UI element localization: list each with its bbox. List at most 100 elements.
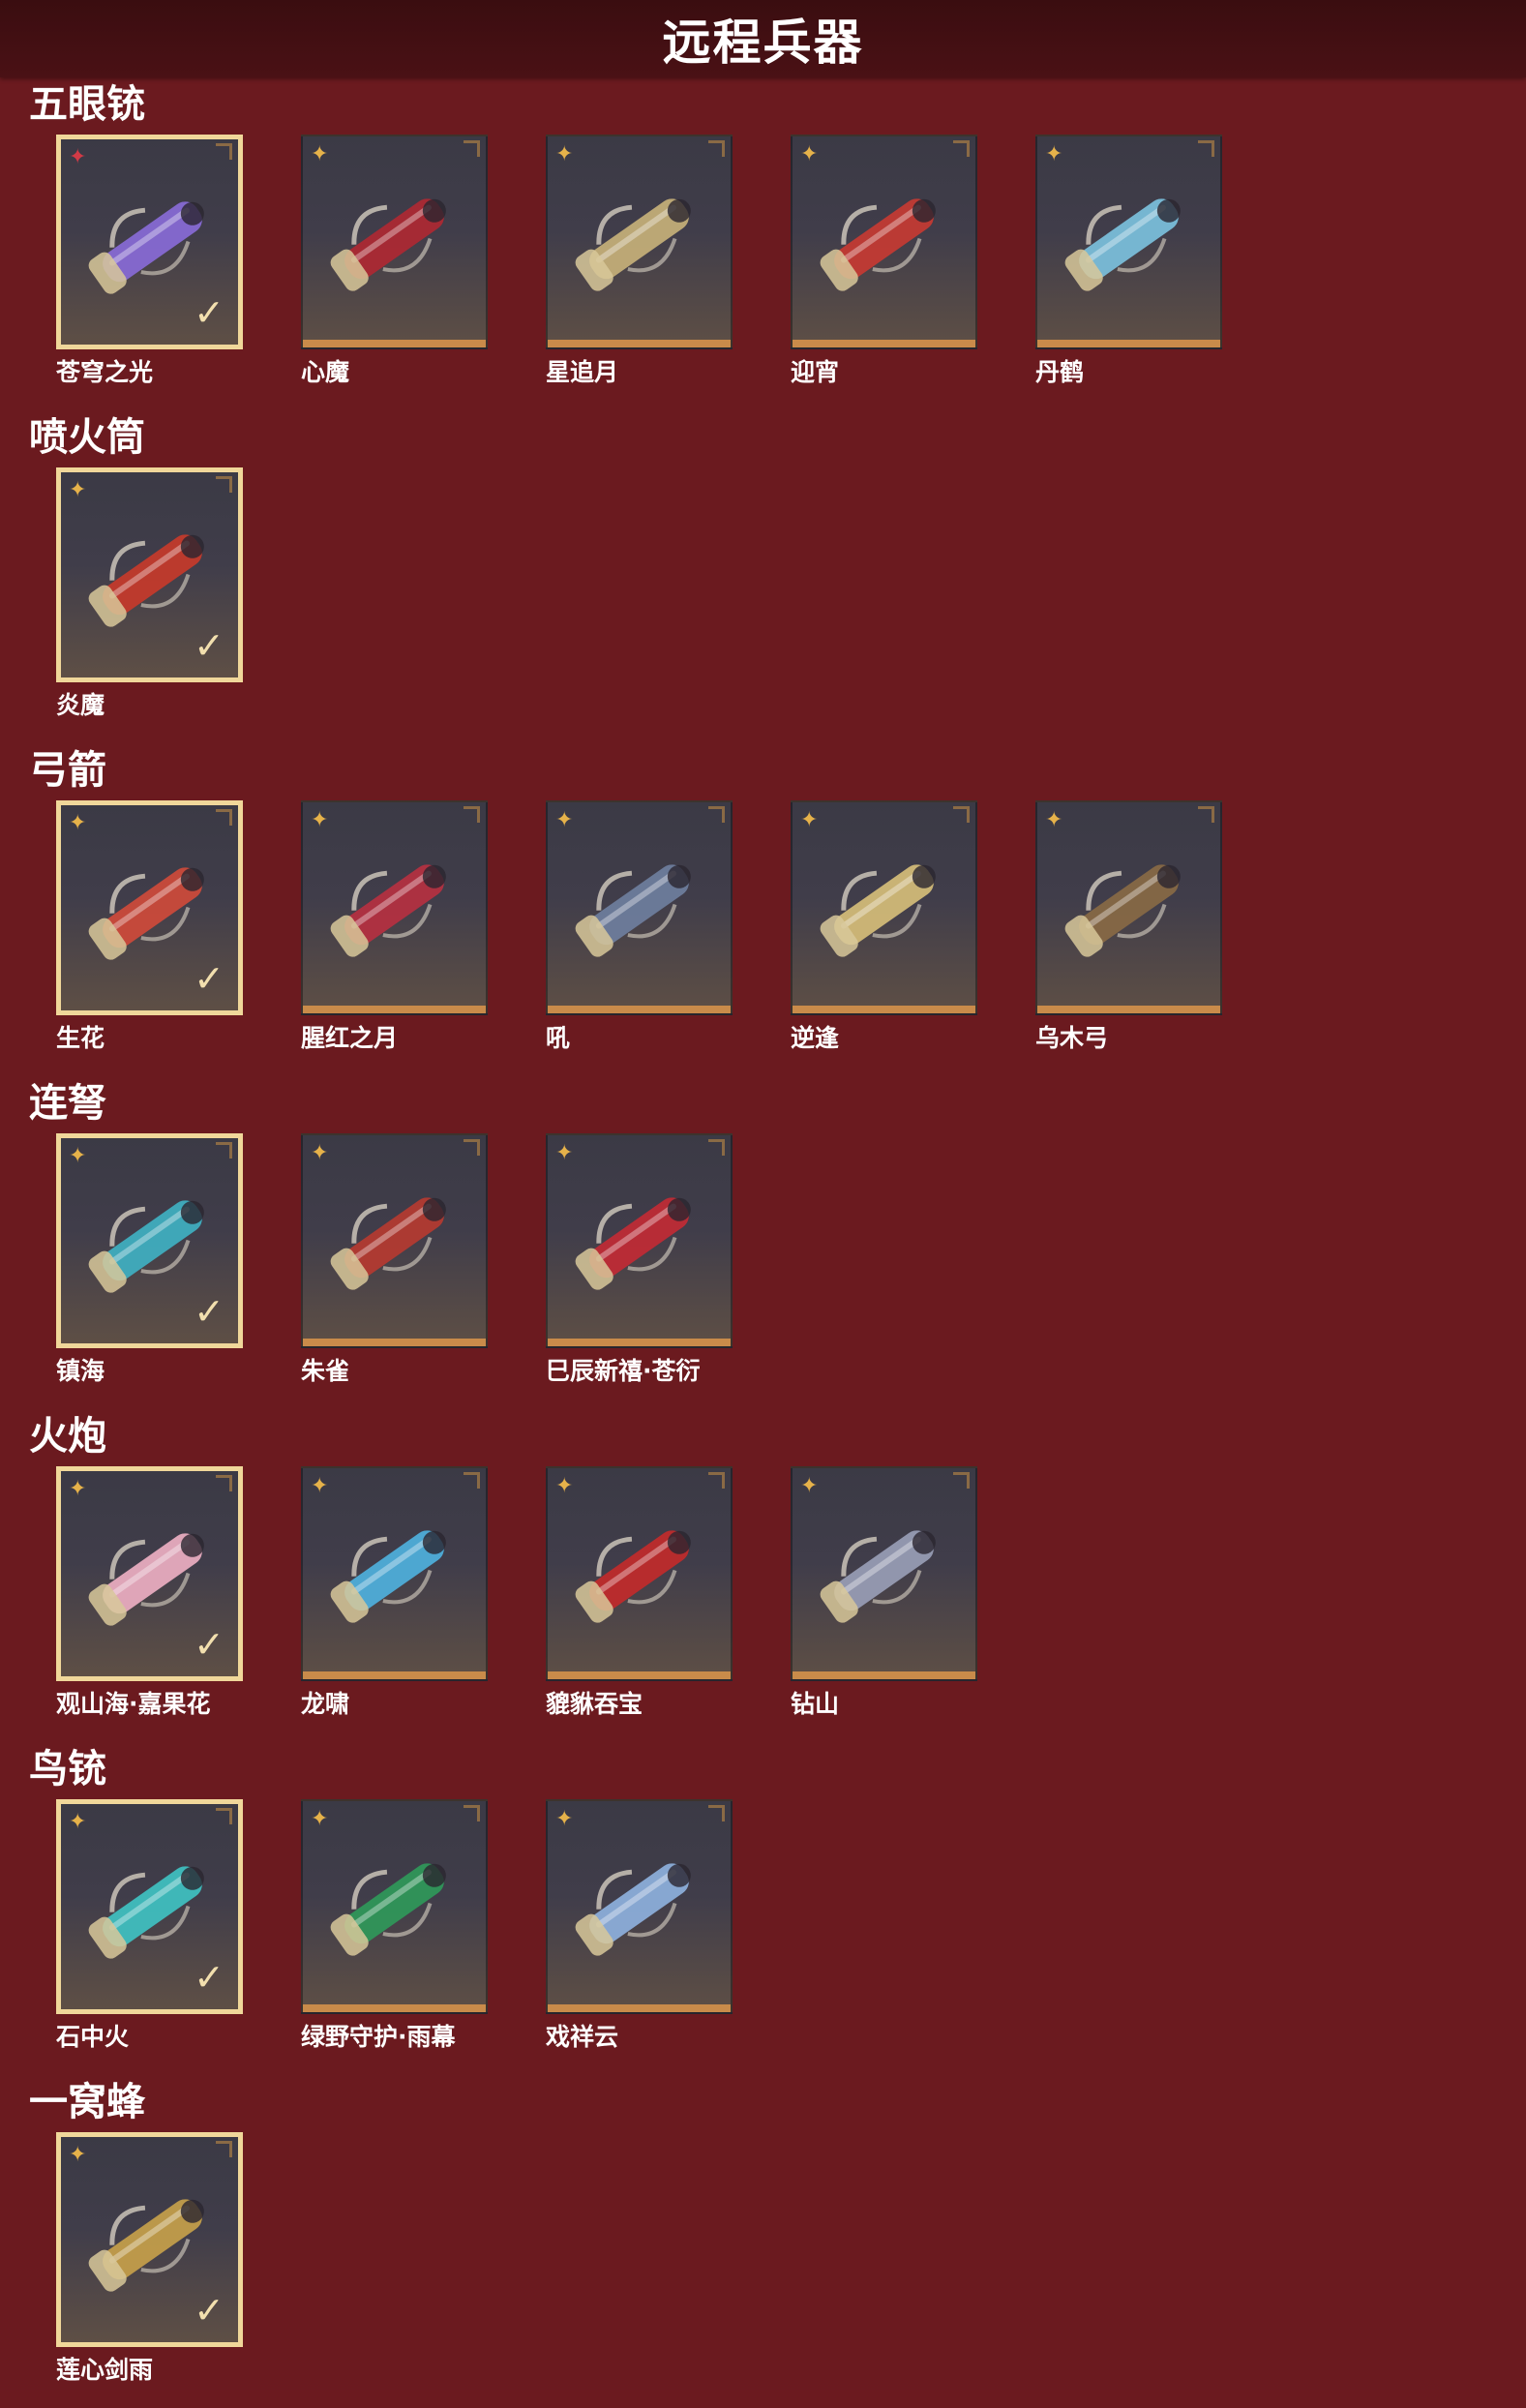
category-title: 一窝蜂 — [29, 2080, 145, 2124]
weapon-art — [330, 1197, 446, 1290]
weapon-item[interactable]: ✦ 貔貅吞宝 — [546, 1466, 733, 1720]
weapon-card[interactable]: ✦ — [546, 135, 733, 349]
weapon-card[interactable]: ✦ — [301, 1466, 488, 1681]
weapon-card[interactable]: ✦ ✓ — [56, 2132, 243, 2347]
weapon-item[interactable]: ✦ ✓ 生花 — [56, 800, 243, 1054]
weapon-item[interactable]: ✦ 吼 — [546, 800, 733, 1054]
weapon-item[interactable]: ✦ ✓ 镇海 — [56, 1133, 243, 1387]
weapon-card[interactable]: ✦ — [301, 1799, 488, 2014]
weapon-name: 生花 — [56, 1024, 105, 1052]
weapon-card[interactable]: ✦ — [791, 1466, 977, 1681]
weapon-item[interactable]: ✦ 戏祥云 — [546, 1799, 733, 2053]
gold-star-icon: ✦ — [800, 808, 819, 832]
weapon-category: 五眼铳 ✦ ✓ 苍穹之光 ✦ 心魔 ✦ 星追月 ✦ 迎宵 ✦ 丹鹤 — [0, 81, 1526, 401]
page-title: 远程兵器 — [662, 15, 864, 71]
gold-star-icon: ✦ — [1045, 808, 1063, 832]
weapon-item[interactable]: ✦ ✓ 苍穹之光 — [56, 135, 243, 388]
weapon-item[interactable]: ✦ 巳辰新禧·苍衍 — [546, 1133, 733, 1387]
weapon-card[interactable]: ✦ ✓ — [56, 1466, 243, 1681]
gold-star-icon: ✦ — [69, 478, 87, 502]
weapon-art — [330, 1863, 446, 1956]
gold-star-icon: ✦ — [311, 808, 329, 832]
corner-mark-icon — [1198, 806, 1214, 823]
weapon-card[interactable]: ✦ — [791, 800, 977, 1015]
check-icon: ✓ — [194, 291, 224, 334]
corner-mark-icon — [953, 140, 970, 157]
gold-star-icon: ✦ — [555, 142, 574, 166]
weapon-name: 朱雀 — [301, 1357, 350, 1385]
weapon-item[interactable]: ✦ ✓ 莲心剑雨 — [56, 2132, 243, 2386]
red-star-icon: ✦ — [69, 145, 87, 169]
weapon-item[interactable]: ✦ 腥红之月 — [301, 800, 488, 1054]
weapon-card[interactable]: ✦ — [546, 1133, 733, 1348]
weapon-item[interactable]: ✦ 迎宵 — [791, 135, 977, 388]
weapon-item[interactable]: ✦ 钻山 — [791, 1466, 977, 1720]
corner-mark-icon — [216, 1808, 232, 1824]
gold-star-icon: ✦ — [1045, 142, 1063, 166]
weapon-name: 吼 — [546, 1024, 571, 1052]
weapon-category: 鸟铳 ✦ ✓ 石中火 ✦ 绿野守护·雨幕 ✦ 戏祥云 — [0, 1746, 1526, 2065]
weapon-card[interactable]: ✦ ✓ — [56, 1133, 243, 1348]
corner-mark-icon — [708, 140, 725, 157]
weapon-item[interactable]: ✦ 星追月 — [546, 135, 733, 388]
weapon-name: 钻山 — [791, 1690, 840, 1718]
corner-mark-icon — [464, 1139, 480, 1156]
category-title: 鸟铳 — [29, 1747, 106, 1791]
weapon-card[interactable]: ✦ ✓ — [56, 135, 243, 349]
gold-star-icon: ✦ — [311, 1474, 329, 1498]
weapon-card[interactable]: ✦ — [1035, 135, 1222, 349]
weapon-category: 一窝蜂 ✦ ✓ 莲心剑雨 — [0, 2079, 1526, 2398]
weapon-card[interactable]: ✦ — [791, 135, 977, 349]
corner-mark-icon — [708, 806, 725, 823]
check-icon: ✓ — [194, 624, 224, 667]
check-icon: ✓ — [194, 957, 224, 1000]
weapon-item[interactable]: ✦ ✓ 炎魔 — [56, 467, 243, 721]
weapon-art — [820, 864, 936, 957]
weapon-card[interactable]: ✦ — [546, 800, 733, 1015]
weapon-name: 貔貅吞宝 — [546, 1690, 643, 1718]
weapon-card[interactable]: ✦ — [546, 1799, 733, 2014]
corner-mark-icon — [464, 1472, 480, 1489]
weapon-art — [575, 864, 691, 957]
corner-mark-icon — [708, 1472, 725, 1489]
weapon-art — [1064, 198, 1181, 291]
weapon-card[interactable]: ✦ — [1035, 800, 1222, 1015]
weapon-art — [575, 1530, 691, 1623]
weapon-item[interactable]: ✦ 绿野守护·雨幕 — [301, 1799, 488, 2053]
weapon-card[interactable]: ✦ ✓ — [56, 1799, 243, 2014]
corner-mark-icon — [464, 1805, 480, 1821]
category-title: 弓箭 — [29, 748, 106, 793]
weapon-item[interactable]: ✦ 朱雀 — [301, 1133, 488, 1387]
category-title: 连弩 — [29, 1081, 106, 1126]
weapon-card[interactable]: ✦ ✓ — [56, 800, 243, 1015]
gold-star-icon: ✦ — [555, 1141, 574, 1165]
weapon-name: 苍穹之光 — [56, 358, 154, 386]
weapon-art — [330, 1530, 446, 1623]
weapon-card[interactable]: ✦ — [301, 800, 488, 1015]
gold-star-icon: ✦ — [69, 1810, 87, 1834]
weapon-card[interactable]: ✦ — [301, 135, 488, 349]
weapon-item[interactable]: ✦ ✓ 观山海·嘉果花 — [56, 1466, 243, 1720]
gold-star-icon: ✦ — [311, 142, 329, 166]
weapon-item[interactable]: ✦ 心魔 — [301, 135, 488, 388]
weapon-item[interactable]: ✦ 逆逢 — [791, 800, 977, 1054]
gold-star-icon: ✦ — [555, 1474, 574, 1498]
weapon-name: 巳辰新禧·苍衍 — [546, 1357, 701, 1385]
weapon-item[interactable]: ✦ 龙啸 — [301, 1466, 488, 1720]
category-title: 五眼铳 — [29, 82, 145, 127]
weapon-art — [820, 1530, 936, 1623]
weapon-item[interactable]: ✦ ✓ 石中火 — [56, 1799, 243, 2053]
weapon-art — [330, 198, 446, 291]
corner-mark-icon — [216, 1142, 232, 1159]
weapon-art — [575, 1863, 691, 1956]
weapon-card[interactable]: ✦ ✓ — [56, 467, 243, 682]
weapon-card[interactable]: ✦ — [546, 1466, 733, 1681]
weapon-card[interactable]: ✦ — [301, 1133, 488, 1348]
weapon-name: 逆逢 — [791, 1024, 840, 1052]
weapon-name: 莲心剑雨 — [56, 2356, 154, 2384]
weapon-item[interactable]: ✦ 乌木弓 — [1035, 800, 1222, 1054]
weapon-item[interactable]: ✦ 丹鹤 — [1035, 135, 1222, 388]
corner-mark-icon — [708, 1805, 725, 1821]
gold-star-icon: ✦ — [800, 142, 819, 166]
corner-mark-icon — [216, 1475, 232, 1491]
